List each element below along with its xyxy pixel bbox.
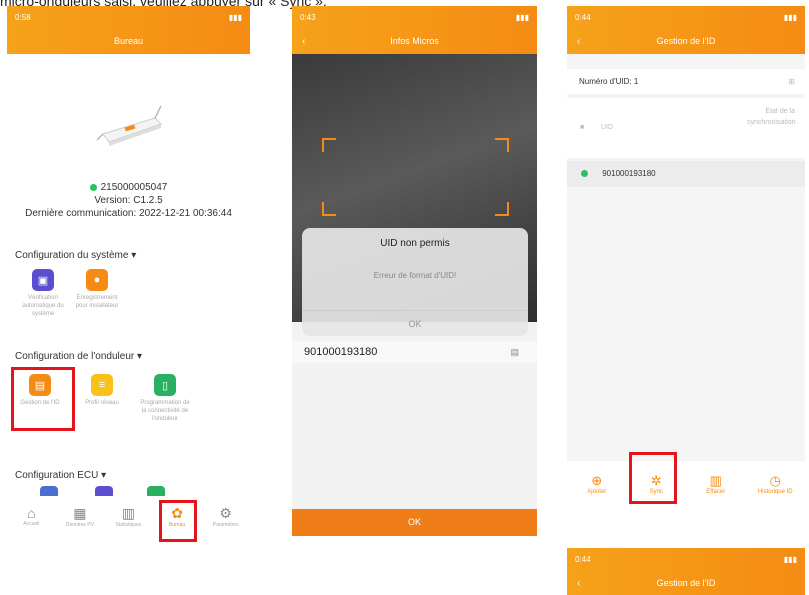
back-icon[interactable]: ‹ <box>302 36 305 47</box>
status-bar: 0:44 ▮▮▮ <box>567 548 805 570</box>
status-time: 0:58 <box>15 12 31 22</box>
column-sync-state: État de la synchronisation <box>747 108 796 126</box>
suitcase-icon: ▣ <box>32 269 54 291</box>
ecu-tile-icon <box>147 486 165 496</box>
error-dialog: UID non permis Erreur de format d'UID! O… <box>302 228 528 336</box>
tile-inverter-connectivity[interactable]: ▯ Programmation de la connectivité de l'… <box>140 374 190 423</box>
device-version: Version: C1.2.5 <box>94 195 163 206</box>
phone-scan-screen: 0:43 ▮▮▮ ‹ Infos Micros UID non permis E… <box>292 6 537 536</box>
tile-grid-profile[interactable]: ≡ Profil réseau <box>77 374 127 407</box>
uid-row: 901000193180 ▤ <box>292 341 537 363</box>
phone-desk-screen: 0:58 ▮▮▮ Bureau 215000005047 Version: C1… <box>7 6 250 546</box>
phone-id-management-partial: 0:44 ▮▮▮ ‹ Gestion de l'ID <box>567 548 805 595</box>
status-time: 0:43 <box>300 12 316 22</box>
battery-icon: ▮▮▮ <box>515 12 529 22</box>
dialog-message: Erreur de format d'UID! <box>373 271 457 280</box>
uid-count-row: Numéro d'UID: 1 ⊞ <box>567 69 805 94</box>
section-ecu[interactable]: Configuration ECU ▾ <box>15 470 106 481</box>
trash-icon[interactable]: ▤ <box>510 341 519 363</box>
battery-icon: ▮▮▮ <box>783 12 797 22</box>
status-time: 0:44 <box>575 554 591 564</box>
title-bar: Bureau <box>7 28 250 54</box>
last-communication: Dernière communication: 2022-12-21 00:36… <box>25 208 232 219</box>
nav-settings[interactable]: ⚙ Paramètres <box>206 505 246 528</box>
status-bar: 0:58 ▮▮▮ <box>7 6 250 28</box>
page-title: Infos Micros <box>390 36 439 46</box>
ecu-tile-icon <box>95 486 113 496</box>
table-header: ■ UID État de la synchronisation <box>567 98 805 158</box>
page-title: Gestion de l'ID <box>656 578 716 588</box>
battery-icon: ▮▮▮ <box>228 12 242 22</box>
section-system[interactable]: Configuration du système ▾ <box>15 250 136 261</box>
bottom-nav: ⌂ Accueil ▦ Données PV ▥ Statistiques ✿ Bure… <box>7 496 250 536</box>
action-toolbar: ⊕ Ajouter ✲ Sync ▥ Effacer ◷ Historique ID <box>567 461 805 506</box>
battery-icon: ▮▮▮ <box>783 554 797 564</box>
nav-pv-data[interactable]: ▦ Données PV <box>60 505 100 528</box>
title-bar: ‹ Infos Micros <box>292 28 537 54</box>
status-bar: 0:44 ▮▮▮ <box>567 6 805 28</box>
uid-count: Numéro d'UID: 1 <box>579 77 639 86</box>
plus-icon: ⊕ <box>591 472 603 488</box>
caret-down-icon: ▾ <box>137 351 143 362</box>
tile-installer-registration[interactable]: ● Enregistrement pour installateur <box>72 269 122 310</box>
microinverter-image <box>96 105 162 146</box>
highlight-box <box>159 500 197 542</box>
grid-icon: ▦ <box>73 504 87 521</box>
status-bar: 0:43 ▮▮▮ <box>292 6 537 28</box>
scan-icon[interactable]: ⊞ <box>788 69 795 94</box>
device-info: 215000005047 Version: C1.2.5 Dernière co… <box>7 181 250 220</box>
highlight-box <box>11 367 75 431</box>
uid-value: 901000193180 <box>304 346 378 358</box>
checkbox-icon[interactable]: ■ <box>580 124 584 131</box>
page-title: Gestion de l'ID <box>656 36 716 46</box>
table-row[interactable]: 901000193180 <box>567 161 805 187</box>
nav-home[interactable]: ⌂ Accueil <box>11 505 51 527</box>
dialog-title: UID non permis <box>380 238 450 249</box>
list-icon: ≡ <box>91 374 113 396</box>
home-icon: ⌂ <box>27 505 36 521</box>
column-uid: UID <box>601 124 614 131</box>
history-button[interactable]: ◷ Historique ID <box>748 473 803 495</box>
ecu-tile-icon <box>40 486 58 496</box>
user-icon: ● <box>86 269 108 291</box>
phone-id-management: 0:44 ▮▮▮ ‹ Gestion de l'ID Numéro d'UID:… <box>567 6 805 506</box>
back-icon[interactable]: ‹ <box>577 578 580 589</box>
uid-value: 901000193180 <box>602 169 656 178</box>
online-status-icon <box>89 183 97 191</box>
clock-icon: ◷ <box>769 472 781 488</box>
page-title: Bureau <box>113 36 144 46</box>
title-bar: ‹ Gestion de l'ID <box>567 28 805 54</box>
bars-icon: ▥ <box>121 504 136 521</box>
highlight-box <box>629 452 677 504</box>
title-bar: ‹ Gestion de l'ID <box>567 570 805 595</box>
tile-auto-check[interactable]: ▣ Vérification automatique du système <box>18 269 68 318</box>
ok-button[interactable]: OK <box>292 509 537 536</box>
gear-icon: ⚙ <box>219 504 232 521</box>
document-icon: ▯ <box>154 374 176 396</box>
status-time: 0:44 <box>575 12 591 22</box>
back-icon[interactable]: ‹ <box>577 36 580 47</box>
nav-statistics[interactable]: ▥ Statistiques <box>108 505 148 528</box>
add-button[interactable]: ⊕ Ajouter <box>569 473 624 495</box>
dialog-ok-button[interactable]: OK <box>302 310 528 336</box>
caret-down-icon: ▾ <box>101 470 107 481</box>
section-inverter[interactable]: Configuration de l'onduleur ▾ <box>15 351 142 362</box>
status-dot-icon <box>581 170 588 178</box>
trash-icon: ▥ <box>709 472 722 488</box>
scan-frame <box>322 138 509 216</box>
delete-button[interactable]: ▥ Effacer <box>688 473 743 495</box>
caret-down-icon: ▾ <box>131 250 137 261</box>
device-id: 215000005047 <box>100 182 168 193</box>
